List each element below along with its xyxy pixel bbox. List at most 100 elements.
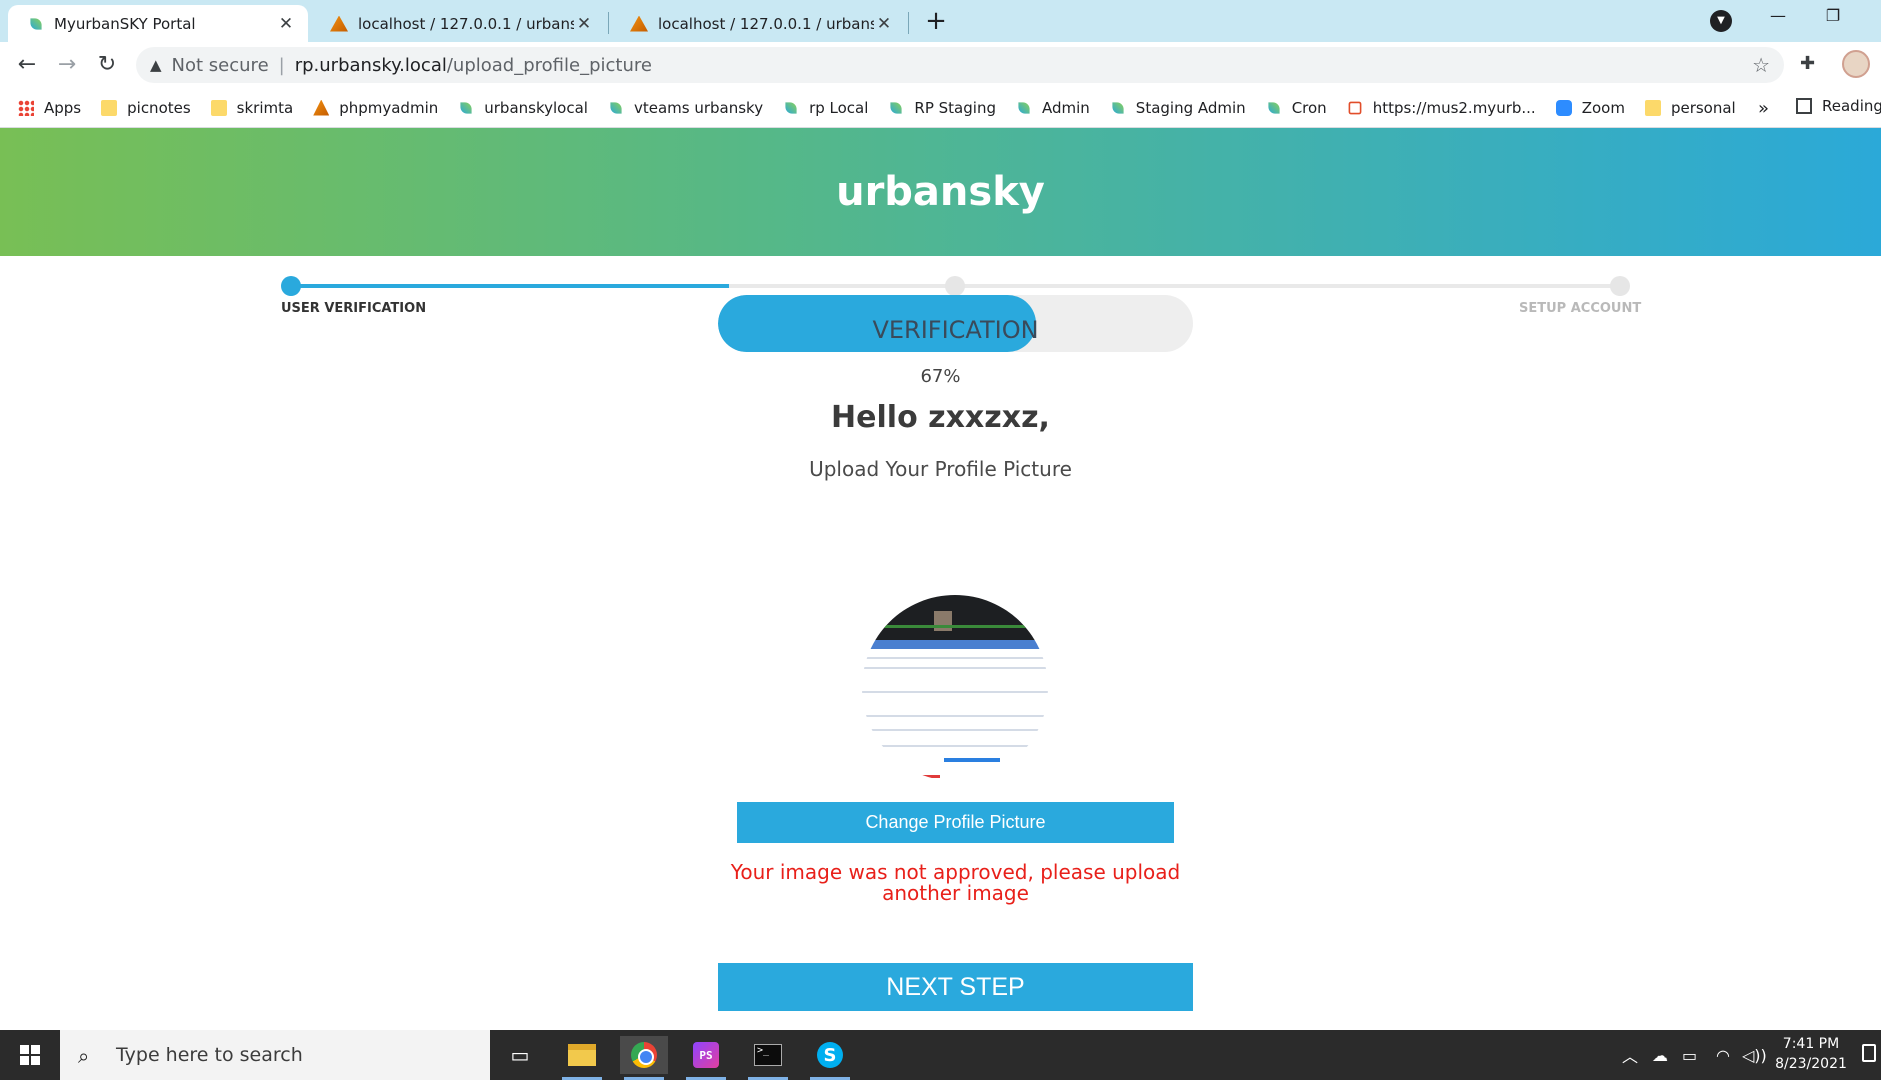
search-placeholder: Type here to search	[116, 1044, 303, 1066]
verification-progress-pill: VERIFICATION	[718, 295, 1193, 352]
reading-list-button[interactable]: Reading	[1796, 97, 1881, 115]
more-bookmarks-chevron-icon[interactable]: »	[1758, 98, 1769, 119]
urbansky-leaf-icon	[460, 101, 472, 114]
preview-red-mark	[914, 775, 940, 778]
external-link-icon	[1348, 101, 1362, 114]
bookmark-label: Zoom	[1581, 98, 1625, 117]
bookmark-rp-staging[interactable]: RP Staging	[888, 99, 996, 117]
onedrive-cloud-icon[interactable]: ☁	[1652, 1030, 1668, 1080]
bookmark-rp-local[interactable]: rp Local	[783, 99, 868, 117]
bookmark-cron[interactable]: Cron	[1266, 99, 1327, 117]
forward-arrow-icon[interactable]: →	[52, 50, 82, 80]
url-path: /upload_profile_picture	[446, 54, 652, 76]
bookmark-apps[interactable]: Apps	[18, 99, 81, 117]
restore-icon[interactable]: ❐	[1810, 6, 1856, 34]
verification-percent: 67%	[920, 366, 961, 387]
bookmark-picnotes[interactable]: picnotes	[101, 99, 191, 117]
site-header: urbansky	[0, 128, 1881, 256]
step-dot-middle	[945, 276, 965, 296]
site-brand-logo[interactable]: urbansky	[836, 169, 1045, 215]
bookmark-personal[interactable]: personal	[1644, 98, 1736, 117]
tab-myurbansky-portal[interactable]: MyurbanSKY Portal ✕	[8, 5, 308, 42]
bookmark-mus2[interactable]: https://mus2.myurb...	[1347, 99, 1536, 117]
bookmark-label: vteams urbansky	[633, 98, 764, 117]
notifications-icon[interactable]	[1862, 1044, 1876, 1062]
clock-time: 7:41 PM	[1782, 1036, 1840, 1052]
bookmark-urbanskylocal[interactable]: urbanskylocal	[458, 99, 588, 117]
folder-icon	[210, 99, 227, 116]
step-dot-setup-account	[1610, 276, 1630, 296]
bookmark-label: Staging Admin	[1135, 98, 1246, 117]
tab-search-icon[interactable]: ▼	[1710, 10, 1732, 32]
search-icon: ⌕	[78, 1044, 90, 1068]
bookmark-label: skrimta	[236, 98, 294, 117]
progress-track-fill	[290, 284, 729, 288]
close-tab-icon[interactable]: ✕	[574, 14, 594, 34]
chrome-icon	[631, 1042, 657, 1068]
preview-row	[862, 667, 1048, 669]
bookmark-vteams-urbansky[interactable]: vteams urbansky	[608, 99, 763, 117]
bookmark-star-icon[interactable]: ☆	[1752, 53, 1770, 77]
profile-avatar[interactable]	[1842, 50, 1870, 78]
bookmark-admin[interactable]: Admin	[1016, 99, 1090, 117]
task-view-icon[interactable]: ▭	[496, 1036, 544, 1074]
urbansky-leaf-icon	[890, 101, 903, 114]
preview-dark-band	[862, 595, 1048, 640]
tray-chevron-icon[interactable]: ︿	[1622, 1030, 1638, 1080]
urbansky-leaf-icon	[1112, 101, 1124, 114]
bookmark-label: Admin	[1041, 98, 1090, 117]
phpmyadmin-icon	[630, 15, 648, 32]
file-explorer-icon	[568, 1044, 596, 1066]
tab-phpmyadmin-2[interactable]: localhost / 127.0.0.1 / urbansky_r ✕	[610, 5, 906, 42]
extensions-puzzle-icon[interactable]: ✚	[1800, 53, 1815, 74]
bookmark-label: Apps	[44, 98, 82, 117]
system-clock[interactable]: 7:41 PM 8/23/2021	[1770, 1034, 1852, 1074]
urbansky-leaf-icon	[610, 101, 622, 114]
phpstorm-button[interactable]: PS	[682, 1036, 730, 1080]
profile-picture-preview	[862, 595, 1048, 781]
terminal-icon: >_	[754, 1044, 782, 1066]
battery-icon[interactable]: ▭	[1682, 1030, 1697, 1080]
bookmark-zoom[interactable]: Zoom	[1555, 98, 1625, 117]
urbansky-leaf-icon	[1018, 101, 1030, 114]
phpmyadmin-icon	[313, 99, 330, 116]
back-arrow-icon[interactable]: ←	[12, 50, 42, 80]
close-tab-icon[interactable]: ✕	[276, 14, 296, 34]
address-bar[interactable]: ▲ Not secure | rp.urbansky.local /upload…	[136, 47, 1784, 83]
terminal-button[interactable]: >_	[744, 1036, 792, 1080]
preview-bar	[872, 625, 1042, 628]
apps-grid-icon	[18, 99, 34, 116]
chrome-button[interactable]	[620, 1036, 668, 1080]
minimize-icon[interactable]: —	[1755, 6, 1801, 34]
change-profile-picture-button[interactable]: Change Profile Picture	[737, 802, 1174, 843]
preview-row	[862, 729, 1048, 731]
next-step-button[interactable]: NEXT STEP	[718, 963, 1193, 1011]
taskbar-search-box[interactable]: ⌕ Type here to search	[60, 1030, 490, 1080]
tab-title: localhost / 127.0.0.1 / urbansky_r	[358, 14, 574, 33]
folder-icon	[1644, 99, 1661, 116]
bookmark-staging-admin[interactable]: Staging Admin	[1110, 99, 1246, 117]
bookmark-label: https://mus2.myurb...	[1372, 98, 1536, 117]
verification-label: VERIFICATION	[872, 316, 1039, 344]
reading-list-icon	[1796, 98, 1812, 114]
close-tab-icon[interactable]: ✕	[874, 14, 894, 34]
greeting-heading: Hello zxxzxz,	[831, 400, 1050, 435]
tab-separator	[608, 12, 609, 34]
skype-button[interactable]: S	[806, 1036, 854, 1080]
phpmyadmin-icon	[330, 15, 348, 32]
upload-instruction: Upload Your Profile Picture	[809, 457, 1072, 481]
reload-icon[interactable]: ↻	[92, 50, 122, 80]
volume-icon[interactable]: ◁))	[1742, 1030, 1767, 1080]
bookmark-skrimta[interactable]: skrimta	[210, 98, 294, 117]
wifi-icon[interactable]: ◠	[1716, 1030, 1730, 1080]
file-explorer-button[interactable]	[558, 1036, 606, 1080]
preview-row	[862, 715, 1048, 717]
tab-phpmyadmin-1[interactable]: localhost / 127.0.0.1 / urbansky_r ✕	[310, 5, 606, 42]
new-tab-button[interactable]: +	[922, 8, 950, 36]
security-label: Not secure	[171, 54, 269, 76]
bookmark-phpmyadmin[interactable]: phpmyadmin	[313, 99, 438, 117]
preview-blue-band	[862, 640, 1048, 649]
warning-icon: ▲	[150, 56, 162, 74]
bookmark-label: personal	[1670, 98, 1736, 117]
start-button[interactable]	[0, 1030, 60, 1080]
